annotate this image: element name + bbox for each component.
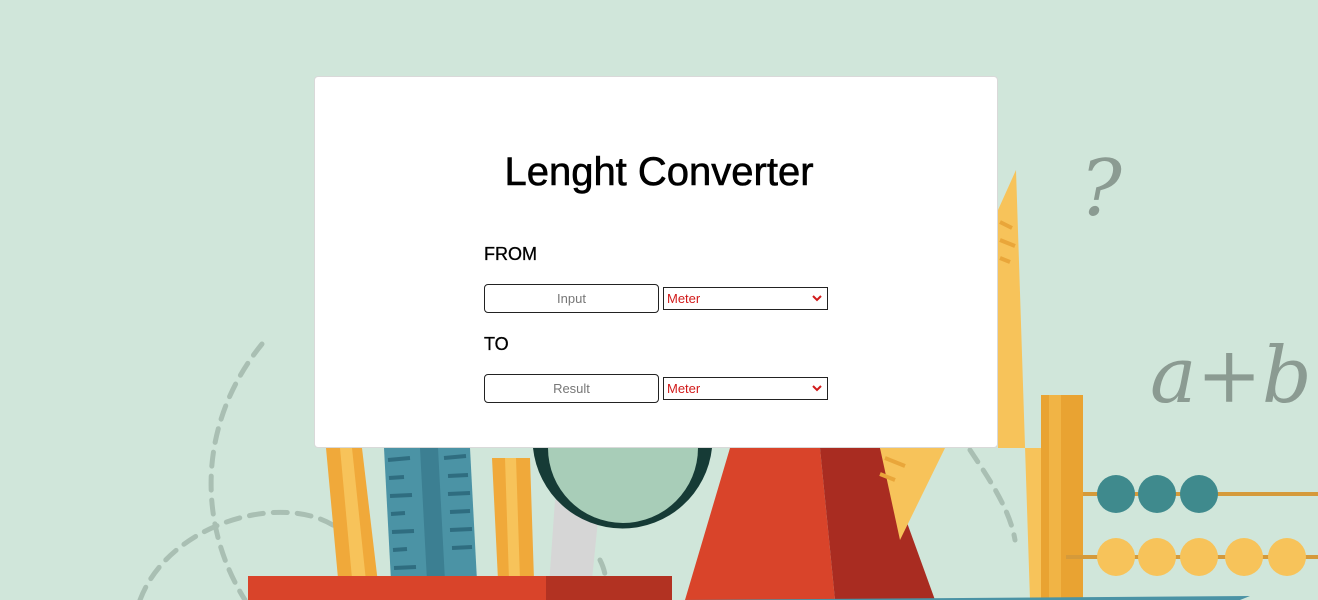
page-title: Lenght Converter: [504, 150, 814, 195]
to-unit-select[interactable]: Meter: [663, 377, 828, 400]
formula-doodle: a+b: [1150, 331, 1312, 421]
from-value-input[interactable]: [484, 284, 659, 313]
book-illustration: [1041, 395, 1083, 600]
to-result-input[interactable]: [484, 374, 659, 403]
to-label: TO: [484, 334, 509, 354]
abacus-illustration: [1066, 475, 1318, 576]
pencil-illustration-2: [492, 458, 534, 580]
red-box-illustration: [248, 576, 672, 600]
from-unit-select[interactable]: Meter: [663, 287, 828, 310]
from-label: FROM: [484, 244, 537, 264]
